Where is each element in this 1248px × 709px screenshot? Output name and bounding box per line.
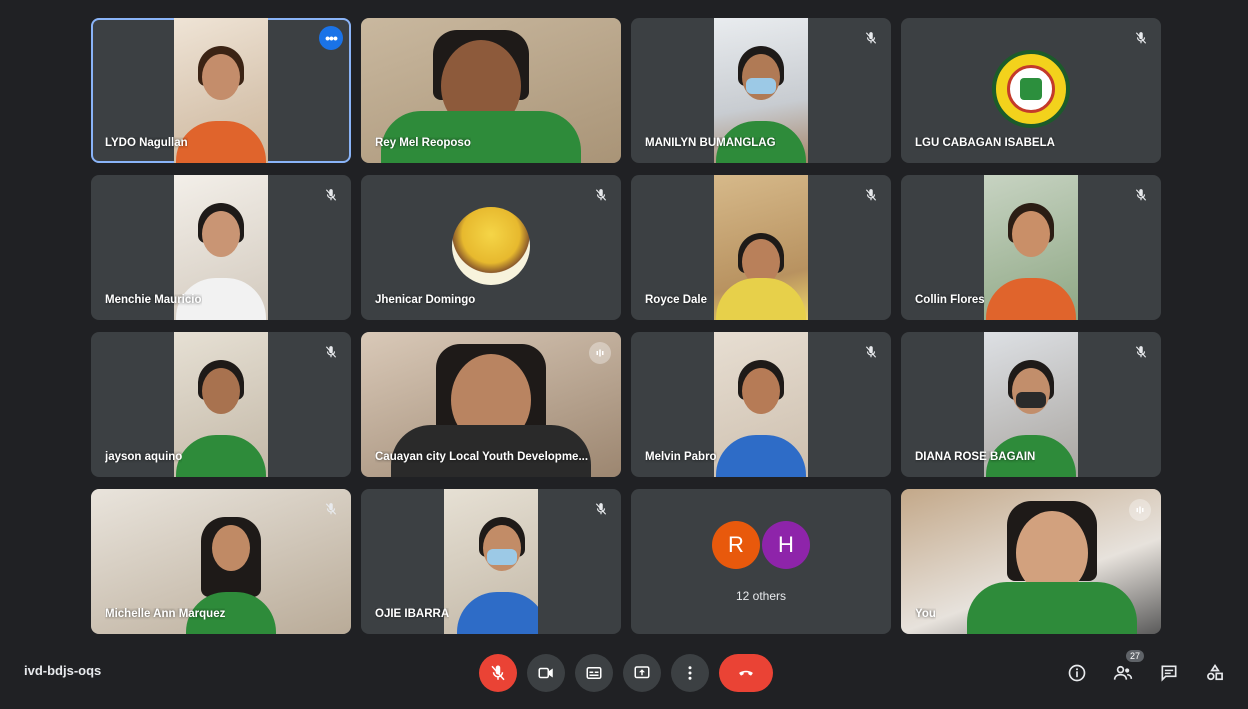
call-controls: [479, 654, 773, 692]
participant-name: LGU CABAGAN ISABELA: [915, 137, 1055, 149]
participant-video: [174, 332, 268, 477]
participant-tile[interactable]: Collin Flores: [901, 175, 1161, 320]
chat-icon: [1161, 665, 1177, 682]
self-tile[interactable]: You: [901, 489, 1161, 634]
mic-off-icon: [591, 185, 611, 205]
participant-tile[interactable]: Michelle Ann Marquez: [91, 489, 351, 634]
mic-off-icon: [1131, 342, 1151, 362]
participant-tile[interactable]: OJIE IBARRA: [361, 489, 621, 634]
participant-name: LYDO Nagullan: [105, 137, 188, 149]
participant-video: [901, 489, 1161, 634]
meeting-code: ivd-bdjs-oqs: [24, 663, 102, 678]
participant-video: [714, 332, 808, 477]
camera-toggle-button[interactable]: [527, 654, 565, 692]
mic-off-icon: [861, 185, 881, 205]
side-panel-controls: 27: [1064, 650, 1228, 690]
people-count-badge: 27: [1125, 650, 1144, 662]
participant-name: Royce Dale: [645, 294, 708, 306]
mic-off-icon: [1131, 185, 1151, 205]
meeting-details-button[interactable]: [1064, 656, 1090, 690]
people-button[interactable]: 27: [1110, 650, 1144, 690]
participant-name: DIANA ROSE BAGAIN: [915, 451, 1036, 463]
participant-video: [444, 489, 538, 634]
mic-off-icon: [321, 185, 341, 205]
participant-tile[interactable]: Melvin Pabro: [631, 332, 891, 477]
profile-photo: [452, 207, 530, 285]
participant-name: OJIE IBARRA: [375, 608, 450, 620]
others-count-label: 12 others: [735, 589, 787, 603]
shapes-icon: [1207, 663, 1223, 681]
participant-name: Cauayan city Local Youth Developme...: [375, 451, 589, 463]
present-screen-button[interactable]: [623, 654, 661, 692]
captions-button[interactable]: [575, 654, 613, 692]
participant-video: [174, 18, 268, 163]
participant-name: Menchie Mauricio: [105, 294, 202, 306]
mic-off-icon: [1131, 28, 1151, 48]
participant-tile[interactable]: ••• LYDO Nagullan: [91, 18, 351, 163]
participant-video: [714, 175, 808, 320]
lgu-seal-logo: [992, 50, 1070, 128]
mic-off-icon: [861, 28, 881, 48]
speaking-indicator-icon: [1129, 499, 1151, 521]
avatar: R: [712, 521, 760, 569]
participant-video: [984, 175, 1078, 320]
mic-off-icon: [321, 342, 341, 362]
mic-off-icon: [591, 499, 611, 519]
participant-tile[interactable]: Cauayan city Local Youth Developme...: [361, 332, 621, 477]
mic-off-icon: [861, 342, 881, 362]
chat-button[interactable]: [1156, 656, 1182, 690]
participant-name: Collin Flores: [915, 294, 985, 306]
more-options-button[interactable]: [671, 654, 709, 692]
participant-tile[interactable]: Jhenicar Domingo: [361, 175, 621, 320]
participant-name: Jhenicar Domingo: [375, 294, 476, 306]
others-tile[interactable]: R H 12 others: [631, 489, 891, 634]
participant-name: MANILYN BUMANGLAG: [645, 137, 776, 149]
participant-name: Michelle Ann Marquez: [105, 608, 226, 620]
participant-name: jayson aquino: [105, 451, 183, 463]
participant-tile[interactable]: Rey Mel Reoposo: [361, 18, 621, 163]
participant-tile[interactable]: Menchie Mauricio: [91, 175, 351, 320]
participant-tile[interactable]: MANILYN BUMANGLAG: [631, 18, 891, 163]
participant-tile[interactable]: Royce Dale: [631, 175, 891, 320]
info-icon: [1068, 664, 1086, 682]
more-options-icon[interactable]: •••: [319, 26, 343, 50]
activities-button[interactable]: [1202, 656, 1228, 690]
participant-name: Melvin Pabro: [645, 451, 717, 463]
end-call-button[interactable]: [719, 654, 773, 692]
speaking-indicator-icon: [589, 342, 611, 364]
participant-grid: ••• LYDO Nagullan Rey Mel Reoposo MANILY…: [91, 18, 1161, 634]
mic-off-icon: [321, 499, 341, 519]
participant-tile[interactable]: LGU CABAGAN ISABELA: [901, 18, 1161, 163]
participant-name: Rey Mel Reoposo: [375, 137, 471, 149]
participant-name: You: [915, 608, 936, 620]
people-icon: [1113, 665, 1133, 680]
participant-tile[interactable]: jayson aquino: [91, 332, 351, 477]
avatar: H: [762, 521, 810, 569]
mic-toggle-button[interactable]: [479, 654, 517, 692]
participant-tile[interactable]: DIANA ROSE BAGAIN: [901, 332, 1161, 477]
others-avatars: R H: [631, 521, 891, 569]
